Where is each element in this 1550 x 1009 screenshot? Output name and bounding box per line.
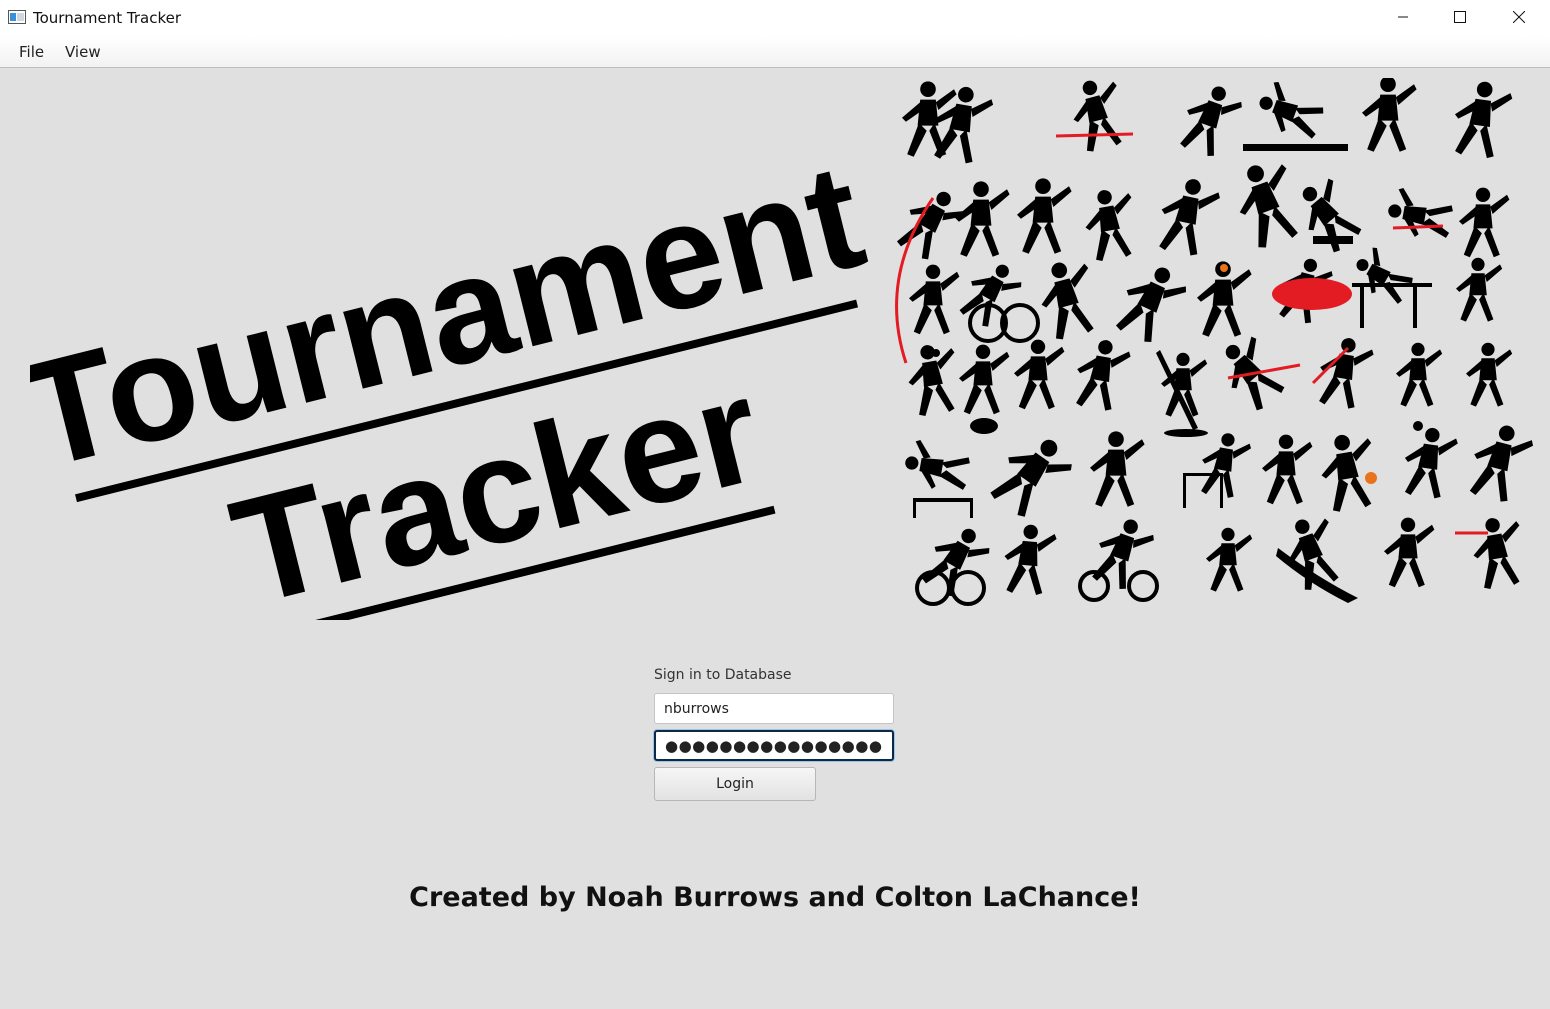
minimize-icon: [1398, 16, 1408, 18]
hero-title: Tournament Tracker: [30, 150, 878, 620]
maximize-icon: [1454, 11, 1466, 23]
close-icon: [1513, 11, 1525, 23]
credits-text: Created by Noah Burrows and Colton LaCha…: [409, 882, 1141, 913]
window-title: Tournament Tracker: [33, 9, 182, 27]
password-field[interactable]: [654, 730, 894, 761]
java-window-icon: [8, 10, 26, 24]
maximize-button[interactable]: [1437, 0, 1483, 34]
sports-silhouettes-image: [891, 78, 1537, 606]
minimize-button[interactable]: [1380, 0, 1426, 34]
login-button[interactable]: Login: [654, 767, 816, 801]
menu-bar: File View: [0, 36, 1550, 68]
username-field[interactable]: [654, 693, 894, 724]
menu-file[interactable]: File: [19, 43, 44, 61]
window-titlebar: Tournament Tracker: [0, 0, 1550, 36]
menu-view[interactable]: View: [65, 43, 101, 61]
close-button[interactable]: [1496, 0, 1542, 34]
signin-heading: Sign in to Database: [654, 667, 792, 683]
